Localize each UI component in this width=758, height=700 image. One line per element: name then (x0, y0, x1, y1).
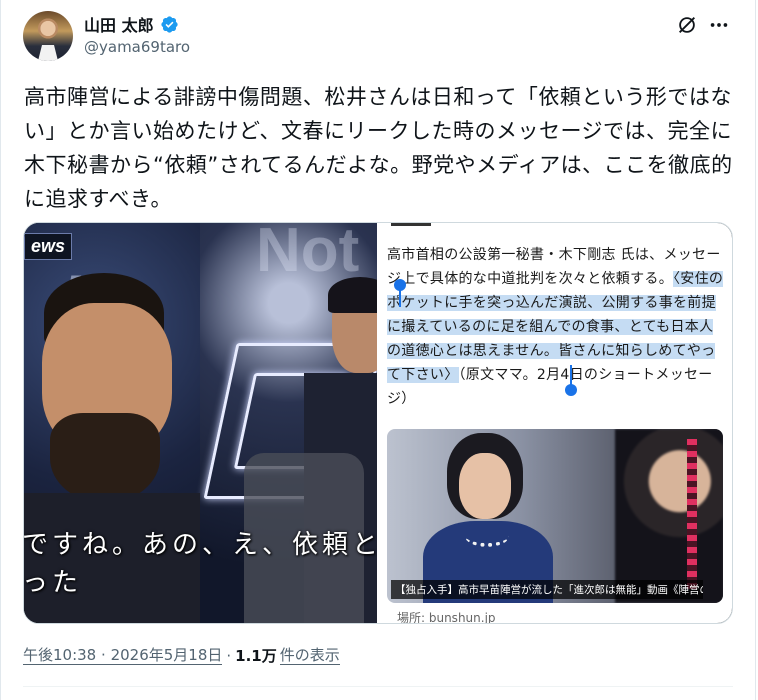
tweet-text: 高市陣営による誹謗中傷問題、松井さんは日和って「依頼という形ではない」とか言い始… (24, 85, 733, 211)
avatar[interactable] (23, 11, 73, 61)
verified-badge-icon (160, 15, 178, 33)
selection-end-handle (565, 384, 577, 396)
tweet-meta: 午後10:38 · 2026年5月18日 · 1.1万 件の表示 (23, 645, 340, 666)
article-intro: 高市首相の公設第一秘書・木下剛志 氏は、メッセージ上で具体的な中道批判を次々と依… (387, 247, 721, 287)
video-bg-text-right: Not (256, 223, 360, 285)
divider (23, 686, 733, 687)
article-source: 場所: bunshun.jp (397, 611, 496, 624)
grok-icon[interactable] (676, 14, 698, 36)
article-thumbnail: 【独占入手】高市早苗陣営が流した「進次郎は無能」動画《陣営のメ… (387, 429, 723, 603)
selection-start-handle (394, 279, 406, 291)
more-icon[interactable] (708, 14, 730, 36)
meta-separator: · (226, 646, 232, 665)
news-tag: ews (24, 233, 73, 260)
handle[interactable]: @yama69taro (84, 38, 190, 56)
video-thumbnail[interactable]: ler Not ews ですね。あの、え、依頼とい った (24, 223, 377, 623)
views-label[interactable]: 件の表示 (279, 646, 340, 665)
article-text: 高市首相の公設第一秘書・木下剛志 氏は、メッセージ上で具体的な中道批判を次々と依… (387, 243, 725, 411)
media-card[interactable]: ler Not ews ですね。あの、え、依頼とい った 高市首相の公設第一秘書… (23, 222, 733, 624)
article-screenshot[interactable]: 高市首相の公設第一秘書・木下剛志 氏は、メッセージ上で具体的な中道批判を次々と依… (377, 223, 732, 623)
views-count: 1.1万 (235, 647, 277, 665)
thumbnail-caption: 【独占入手】高市早苗陣営が流した「進次郎は無能」動画《陣営のメ… (391, 580, 703, 599)
author-row: 山田 太郎 (84, 12, 179, 36)
timestamp-link[interactable]: 午後10:38 · 2026年5月18日 (23, 646, 223, 665)
video-subtitle: ですね。あの、え、依頼とい った (24, 530, 377, 598)
display-name[interactable]: 山田 太郎 (84, 12, 154, 36)
